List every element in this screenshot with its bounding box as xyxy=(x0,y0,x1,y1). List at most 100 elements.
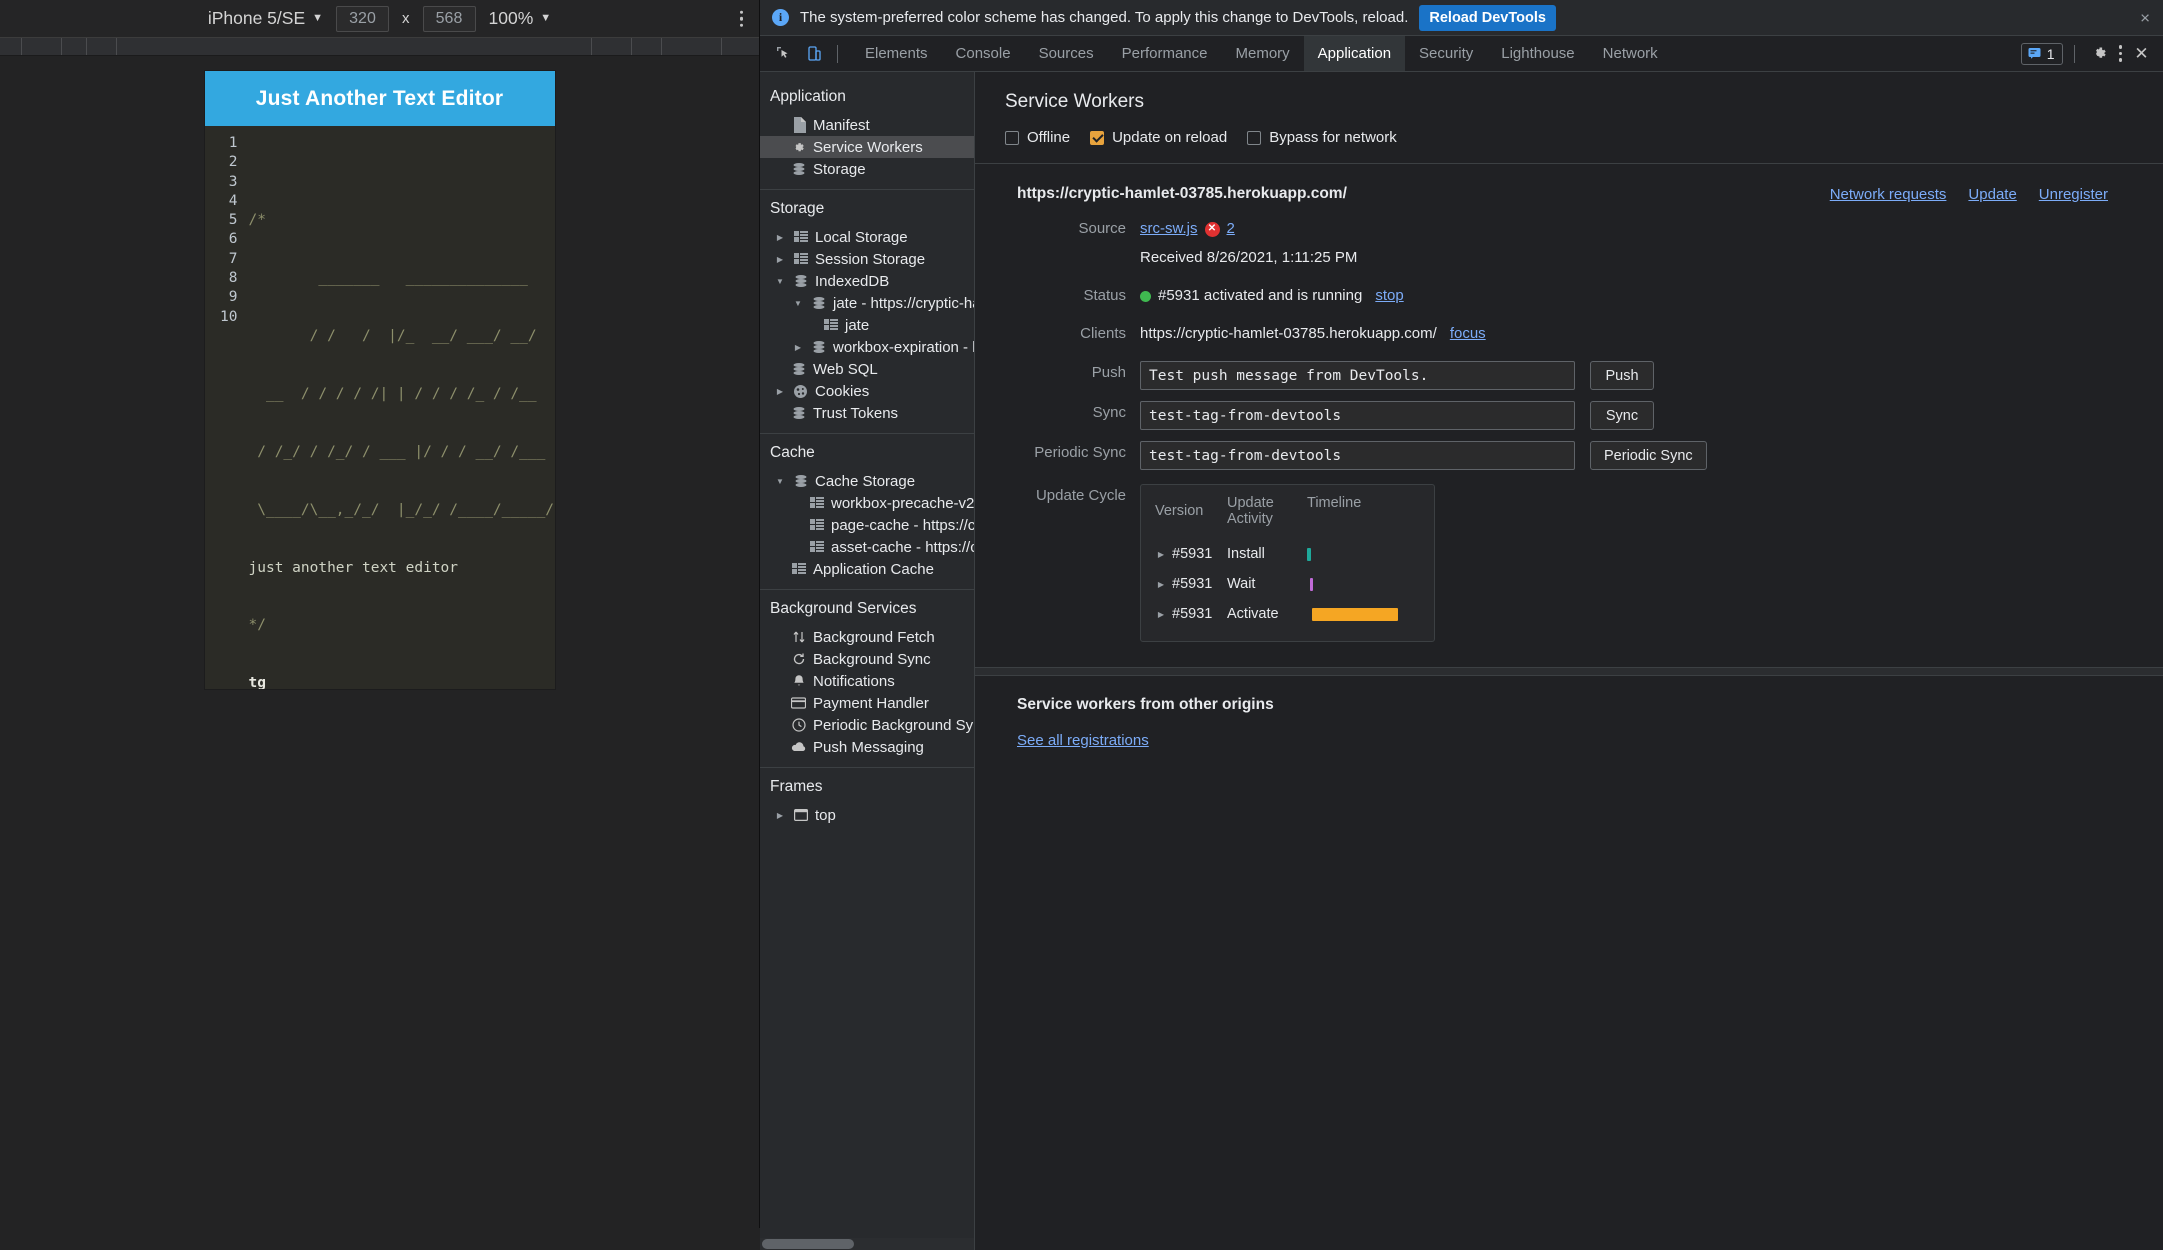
table-row[interactable]: #5931 Wait xyxy=(1141,569,1434,599)
error-count-link[interactable]: 2 xyxy=(1227,217,1235,241)
sidebar-item-service-workers[interactable]: Service Workers xyxy=(760,136,974,158)
sidebar-item-cookies[interactable]: Cookies xyxy=(760,380,974,402)
device-selector[interactable]: iPhone 5/SE ▼ xyxy=(208,8,323,29)
checkbox-label: Offline xyxy=(1027,129,1070,146)
unregister-link[interactable]: Unregister xyxy=(2039,186,2108,203)
sidebar-item-asset-cache[interactable]: asset-cache - https://cryptic xyxy=(760,536,974,558)
focus-link[interactable]: focus xyxy=(1450,322,1486,346)
periodic-sync-tag-input[interactable] xyxy=(1140,441,1575,470)
chevron-right-icon[interactable] xyxy=(774,255,786,264)
push-button[interactable]: Push xyxy=(1590,361,1654,390)
console-messages-badge[interactable]: 1 xyxy=(2021,43,2063,65)
see-all-registrations-link[interactable]: See all registrations xyxy=(1017,732,1149,749)
chevron-right-icon[interactable] xyxy=(774,233,786,242)
bypass-for-network-checkbox[interactable]: Bypass for network xyxy=(1247,129,1397,146)
sidebar-item-jate-store[interactable]: jate xyxy=(760,314,974,336)
network-requests-link[interactable]: Network requests xyxy=(1830,186,1947,203)
sidebar-item-jate-db[interactable]: jate - https://cryptic-hamlet xyxy=(760,292,974,314)
sidebar-item-page-cache[interactable]: page-cache - https://cryptic xyxy=(760,514,974,536)
chevron-right-icon[interactable] xyxy=(1155,550,1167,559)
code-editor[interactable]: 1 2 3 4 5 6 7 8 9 10 /* _ xyxy=(205,126,555,689)
toggle-device-toolbar-icon[interactable] xyxy=(801,40,828,67)
update-on-reload-checkbox[interactable]: Update on reload xyxy=(1090,129,1227,146)
kebab-menu-icon[interactable] xyxy=(2119,45,2123,62)
cookie-icon xyxy=(792,384,809,399)
source-file-link[interactable]: src-sw.js xyxy=(1140,217,1198,241)
chevron-down-icon: ▼ xyxy=(540,13,551,24)
chevron-down-icon[interactable] xyxy=(792,299,804,308)
other-origins-section: Service workers from other origins See a… xyxy=(975,676,2163,750)
close-icon[interactable]: ✕ xyxy=(2128,40,2155,67)
sidebar-item-manifest[interactable]: Manifest xyxy=(760,114,974,136)
code-content[interactable]: /* _______ ______________ / / / |/_ __/ … xyxy=(245,134,555,689)
sidebar-item-background-sync[interactable]: Background Sync xyxy=(760,648,974,670)
chevron-right-icon[interactable] xyxy=(774,811,786,820)
chevron-right-icon[interactable] xyxy=(774,387,786,396)
update-link[interactable]: Update xyxy=(1968,186,2016,203)
sidebar-item-notifications[interactable]: Notifications xyxy=(760,670,974,692)
tab-console[interactable]: Console xyxy=(942,36,1025,71)
viewport-height-input[interactable]: 568 xyxy=(423,6,476,32)
chevron-down-icon[interactable] xyxy=(774,477,786,486)
banner-message: The system-preferred color scheme has ch… xyxy=(800,9,1408,26)
table-row[interactable]: #5931 Install xyxy=(1141,539,1434,569)
database-icon xyxy=(790,362,807,376)
zoom-selector[interactable]: 100% ▼ xyxy=(489,8,552,29)
stop-link[interactable]: stop xyxy=(1375,284,1403,308)
sidebar-item-web-sql[interactable]: Web SQL xyxy=(760,358,974,380)
color-scheme-banner: i The system-preferred color scheme has … xyxy=(760,0,2163,36)
chevron-right-icon[interactable] xyxy=(1155,580,1167,589)
sidebar-item-label: page-cache - https://cryptic xyxy=(831,517,975,534)
tab-application[interactable]: Application xyxy=(1304,36,1405,71)
source-label: Source xyxy=(975,217,1140,241)
tab-sources[interactable]: Sources xyxy=(1025,36,1108,71)
periodic-sync-button[interactable]: Periodic Sync xyxy=(1590,441,1707,470)
chevron-right-icon[interactable] xyxy=(1155,610,1167,619)
tab-elements[interactable]: Elements xyxy=(851,36,942,71)
sidebar-item-payment-handler[interactable]: Payment Handler xyxy=(760,692,974,714)
chevron-down-icon[interactable] xyxy=(774,277,786,286)
dimension-separator: x xyxy=(402,10,410,27)
device-more-options-icon[interactable] xyxy=(740,10,744,27)
sidebar-item-storage[interactable]: Storage xyxy=(760,158,974,180)
tab-lighthouse[interactable]: Lighthouse xyxy=(1487,36,1588,71)
sidebar-item-label: Cache Storage xyxy=(815,473,915,490)
sidebar-item-push-messaging[interactable]: Push Messaging xyxy=(760,736,974,758)
chevron-right-icon[interactable] xyxy=(792,343,804,352)
sidebar-horizontal-scrollbar[interactable] xyxy=(760,1238,974,1250)
sidebar-item-local-storage[interactable]: Local Storage xyxy=(760,226,974,248)
viewport-ruler[interactable] xyxy=(0,38,759,56)
database-icon xyxy=(792,274,809,288)
tab-memory[interactable]: Memory xyxy=(1221,36,1303,71)
sidebar-item-workbox-expiration[interactable]: workbox-expiration - https: xyxy=(760,336,974,358)
push-message-input[interactable] xyxy=(1140,361,1575,390)
checkbox-label: Update on reload xyxy=(1112,129,1227,146)
tab-security[interactable]: Security xyxy=(1405,36,1487,71)
inspect-element-icon[interactable] xyxy=(770,40,797,67)
sidebar-item-cache-storage[interactable]: Cache Storage xyxy=(760,470,974,492)
sync-row: Sync Sync xyxy=(975,401,2163,430)
sync-tag-input[interactable] xyxy=(1140,401,1575,430)
viewport-width-input[interactable]: 320 xyxy=(336,6,389,32)
application-sidebar[interactable]: Application Manifest Service Workers xyxy=(760,72,975,1250)
gear-icon[interactable] xyxy=(2086,40,2113,67)
sidebar-item-indexeddb[interactable]: IndexedDB xyxy=(760,270,974,292)
sidebar-item-workbox-precache[interactable]: workbox-precache-v2-https xyxy=(760,492,974,514)
table-row[interactable]: #5931 Activate xyxy=(1141,599,1434,629)
sidebar-item-session-storage[interactable]: Session Storage xyxy=(760,248,974,270)
sidebar-item-top-frame[interactable]: top xyxy=(760,804,974,826)
sidebar-item-trust-tokens[interactable]: Trust Tokens xyxy=(760,402,974,424)
offline-checkbox[interactable]: Offline xyxy=(1005,129,1070,146)
update-cycle-table: Version Update Activity Timeline #5931 I… xyxy=(1140,484,1435,642)
table-icon xyxy=(808,519,825,531)
sidebar-item-application-cache[interactable]: Application Cache xyxy=(760,558,974,580)
sync-button[interactable]: Sync xyxy=(1590,401,1654,430)
tab-performance[interactable]: Performance xyxy=(1108,36,1222,71)
database-icon xyxy=(790,406,807,420)
panel-tabs: Elements Console Sources Performance Mem… xyxy=(851,36,1672,71)
tab-network[interactable]: Network xyxy=(1589,36,1672,71)
sidebar-item-background-fetch[interactable]: Background Fetch xyxy=(760,626,974,648)
reload-devtools-button[interactable]: Reload DevTools xyxy=(1419,5,1556,31)
sidebar-item-periodic-background-sync[interactable]: Periodic Background Sync xyxy=(760,714,974,736)
close-icon[interactable]: × xyxy=(2140,9,2150,26)
